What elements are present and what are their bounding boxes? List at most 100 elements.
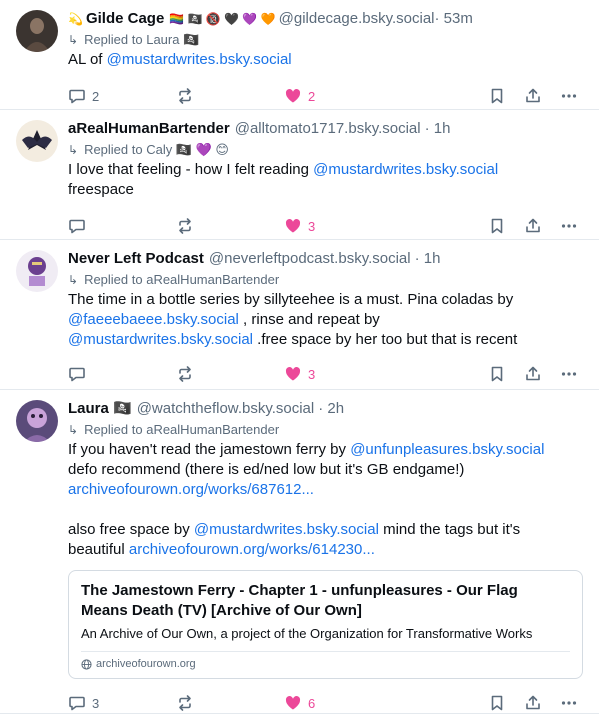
share-icon	[526, 695, 540, 710]
author-name[interactable]: Never Left Podcast	[68, 248, 204, 270]
author-name[interactable]: Gilde Cage	[86, 8, 164, 30]
avatar[interactable]	[16, 10, 58, 52]
card-title-line: The Jamestown Ferry - Chapter 1 - unfunp…	[81, 582, 518, 599]
like-button[interactable]: 3	[284, 216, 315, 236]
post[interactable]: Laura 🏴‍☠️ @watchtheflow.bsky.social · 2…	[0, 390, 599, 714]
reply-button[interactable]	[68, 364, 86, 384]
like-count: 6	[308, 695, 316, 711]
avatar[interactable]	[16, 250, 58, 292]
mention-link[interactable]: @mustardwrites.bsky.social	[313, 161, 498, 178]
body-text: , rinse and repeat by	[238, 311, 380, 328]
reply-button[interactable]	[68, 216, 86, 236]
author-handle[interactable]: @neverleftpodcast.bsky.social	[209, 248, 411, 270]
post-actions: 3 6	[68, 685, 583, 716]
bookmark-icon	[491, 366, 503, 382]
body-text: AL of	[68, 51, 107, 68]
post-body: The time in a bottle series by sillyteeh…	[68, 290, 583, 350]
name-emoji: 🏳️‍🌈 🏴‍☠️ 🔞 🖤 💜 🧡	[169, 12, 276, 26]
like-button[interactable]: 3	[284, 364, 315, 384]
card-title-line: Means Death (TV) [Archive of Our Own]	[81, 602, 362, 619]
post-actions: 3	[68, 356, 583, 392]
url-link[interactable]: archiveofourown.org/works/614230...	[129, 541, 375, 558]
mention-link[interactable]: @mustardwrites.bsky.social	[194, 521, 379, 538]
post[interactable]: aRealHumanBartender @alltomato1717.bsky.…	[0, 110, 599, 240]
author-name[interactable]: aRealHumanBartender	[68, 118, 230, 140]
like-button[interactable]: 2	[284, 86, 315, 106]
reply-arrow-icon: ↳	[68, 423, 79, 437]
more-button[interactable]	[560, 86, 578, 106]
post-time[interactable]: · 53m	[435, 8, 473, 30]
post[interactable]: 💫 Gilde Cage 🏳️‍🌈 🏴‍☠️ 🔞 🖤 💜 🧡 @gildecag…	[0, 0, 599, 110]
more-button[interactable]	[560, 216, 578, 236]
mention-link[interactable]: @faeeebaeee.bsky.social	[68, 311, 239, 328]
post-header: aRealHumanBartender @alltomato1717.bsky.…	[68, 118, 583, 140]
author-name[interactable]: Laura 🏴‍☠️	[68, 398, 132, 420]
post[interactable]: Never Left Podcast @neverleftpodcast.bsk…	[0, 240, 599, 390]
author-handle[interactable]: @gildecage.bsky.social	[279, 8, 435, 30]
repost-button[interactable]	[176, 216, 194, 236]
reply-button[interactable]: 3	[68, 693, 99, 713]
post-actions: 2 2	[68, 78, 583, 114]
avatar[interactable]	[16, 400, 58, 442]
body-text: mind the tags but it's	[378, 521, 521, 538]
repost-button[interactable]	[176, 693, 194, 713]
more-button[interactable]	[560, 693, 578, 713]
share-button[interactable]	[524, 216, 542, 236]
bookmark-button[interactable]	[488, 693, 506, 713]
post-time[interactable]: · 1h	[425, 118, 451, 140]
reply-button[interactable]: 2	[68, 86, 99, 106]
body-text: defo recommend (there is ed/ned low but …	[68, 461, 465, 478]
body-text: If you haven't read the jamestown ferry …	[68, 441, 351, 458]
globe-icon	[81, 658, 92, 670]
replied-to[interactable]: ↳ Replied to Caly 🏴‍☠️ 💜 😊	[68, 140, 583, 160]
body-text: .free space by her too but that is recen…	[253, 331, 518, 348]
card-domain-text: archiveofourown.org	[96, 658, 196, 670]
reply-count: 3	[92, 695, 100, 711]
bookmark-button[interactable]	[488, 86, 506, 106]
repost-button[interactable]	[176, 86, 194, 106]
repost-icon	[179, 88, 191, 104]
share-button[interactable]	[524, 364, 542, 384]
mention-link[interactable]: @mustardwrites.bsky.social	[68, 331, 253, 348]
card-domain: archiveofourown.org	[81, 658, 570, 670]
post-time[interactable]: · 1h	[415, 248, 441, 270]
bookmark-button[interactable]	[488, 216, 506, 236]
author-handle[interactable]: @watchtheflow.bsky.social	[137, 398, 315, 420]
post-header: Never Left Podcast @neverleftpodcast.bsk…	[68, 248, 583, 270]
mention-link[interactable]: @unfunpleasures.bsky.social	[350, 441, 544, 458]
post-body: I love that feeling - how I felt reading…	[68, 160, 583, 200]
repost-icon	[179, 218, 191, 234]
share-icon	[526, 88, 540, 103]
replied-to[interactable]: ↳ Replied to Laura 🏴‍☠️	[68, 30, 583, 50]
repost-button[interactable]	[176, 364, 194, 384]
sparkle-emoji: 💫	[68, 12, 83, 26]
share-button[interactable]	[524, 693, 542, 713]
replied-to[interactable]: ↳ Replied to aRealHumanBartender	[68, 270, 583, 290]
card-divider	[81, 651, 570, 652]
heart-icon	[285, 367, 301, 381]
reply-icon	[69, 696, 85, 711]
like-count: 2	[308, 88, 316, 104]
card-description: An Archive of Our Own, a project of the …	[81, 626, 533, 641]
bookmark-icon	[491, 88, 503, 104]
url-link[interactable]: archiveofourown.org/works/687612...	[68, 481, 314, 498]
bookmark-button[interactable]	[488, 364, 506, 384]
avatar[interactable]	[16, 120, 58, 162]
post-time[interactable]: · 2h	[318, 398, 344, 420]
mention-link[interactable]: @mustardwrites.bsky.social	[107, 51, 292, 68]
author-handle[interactable]: @alltomato1717.bsky.social	[235, 118, 421, 140]
reply-arrow-icon: ↳	[68, 273, 79, 287]
feed: 💫 Gilde Cage 🏳️‍🌈 🏴‍☠️ 🔞 🖤 💜 🧡 @gildecag…	[0, 0, 599, 714]
replied-to-label: Replied to aRealHumanBartender	[84, 272, 280, 287]
like-button[interactable]: 6	[284, 693, 315, 713]
body-text: freespace	[68, 181, 134, 198]
like-count: 3	[308, 366, 316, 382]
reply-icon	[69, 367, 85, 382]
share-button[interactable]	[524, 86, 542, 106]
reply-arrow-icon: ↳	[68, 143, 79, 157]
replied-to[interactable]: ↳ Replied to aRealHumanBartender	[68, 420, 583, 440]
bookmark-icon	[491, 695, 503, 711]
more-button[interactable]	[560, 364, 578, 384]
link-preview-card[interactable]: The Jamestown Ferry - Chapter 1 - unfunp…	[68, 570, 583, 679]
